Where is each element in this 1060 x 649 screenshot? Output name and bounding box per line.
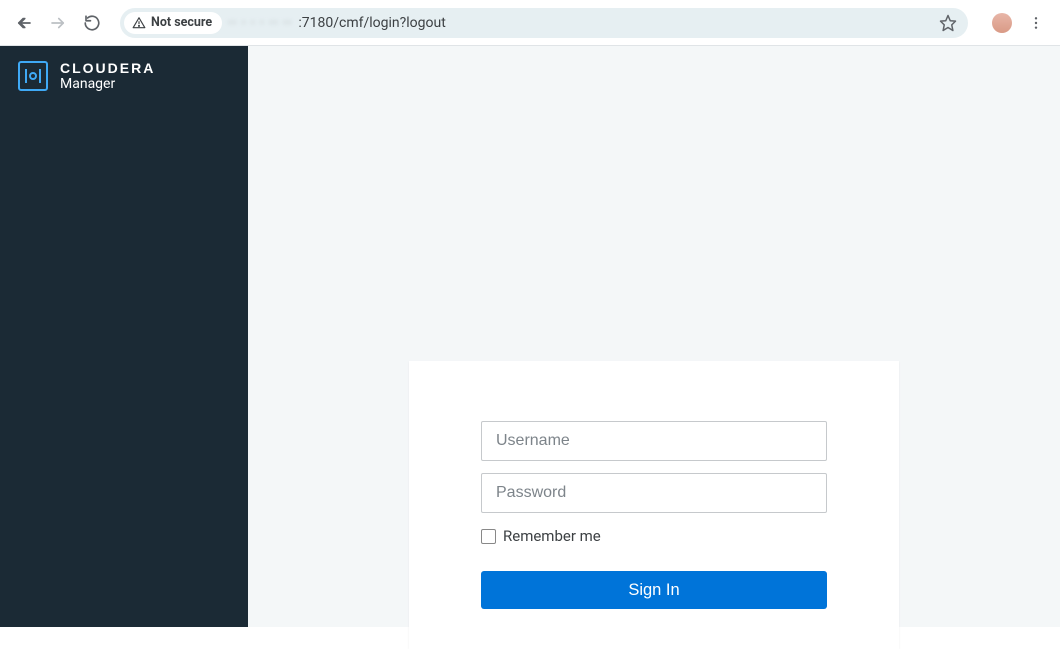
login-card: Remember me Sign In	[409, 361, 899, 649]
main-content: Remember me Sign In	[248, 46, 1060, 627]
address-bar[interactable]: Not secure ·· · · · ·· ·· :7180/cmf/logi…	[120, 8, 968, 38]
brand-title: CLOUDERA	[60, 60, 155, 76]
kebab-icon	[1028, 15, 1044, 31]
security-label: Not secure	[151, 15, 212, 30]
reload-icon	[83, 14, 101, 32]
brand-text: CLOUDERA Manager	[60, 60, 155, 92]
back-button[interactable]	[10, 9, 38, 37]
browser-toolbar: Not secure ·· · · · ·· ·· :7180/cmf/logi…	[0, 0, 1060, 46]
arrow-left-icon	[15, 14, 33, 32]
browser-menu-button[interactable]	[1024, 11, 1048, 35]
reload-button[interactable]	[78, 9, 106, 37]
remember-me-label: Remember me	[503, 527, 601, 545]
sidebar: CLOUDERA Manager	[0, 46, 248, 627]
forward-button[interactable]	[44, 9, 72, 37]
remember-me-row: Remember me	[481, 527, 827, 545]
profile-avatar[interactable]	[992, 13, 1012, 33]
brand-subtitle: Manager	[60, 76, 155, 92]
url-obscured-host: ·· · · · ·· ··	[228, 15, 292, 31]
username-input[interactable]	[481, 421, 827, 461]
remember-me-checkbox[interactable]	[481, 529, 496, 544]
star-icon	[939, 14, 957, 32]
arrow-right-icon	[49, 14, 67, 32]
bookmark-button[interactable]	[936, 11, 960, 35]
brand[interactable]: CLOUDERA Manager	[18, 60, 230, 92]
signin-button[interactable]: Sign In	[481, 571, 827, 609]
brand-logo-icon	[18, 61, 48, 91]
app-root: CLOUDERA Manager Remember me Sign In	[0, 46, 1060, 627]
password-input[interactable]	[481, 473, 827, 513]
security-chip[interactable]: Not secure	[124, 12, 222, 34]
url-path: :7180/cmf/login?logout	[298, 15, 445, 31]
warning-triangle-icon	[132, 16, 146, 30]
